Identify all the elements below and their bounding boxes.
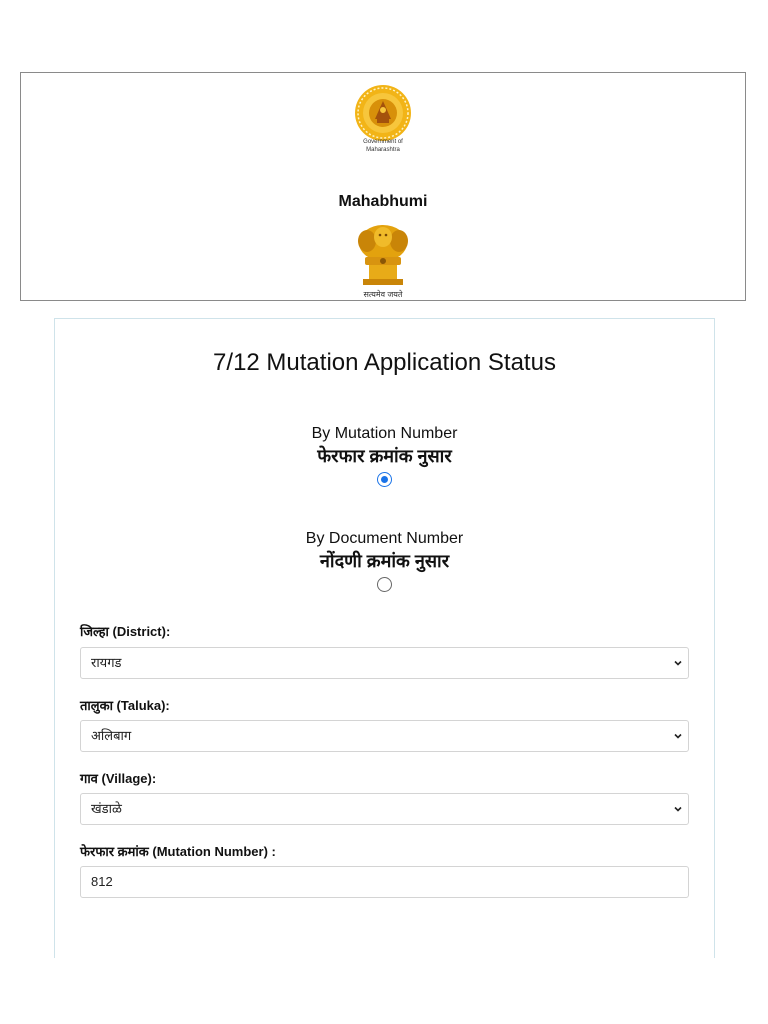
district-label: जिल्हा (District): xyxy=(80,624,171,639)
option-by-document-number: By Document Number नोंदणी क्रमांक नुसार xyxy=(55,529,714,597)
village-select[interactable]: खंडाळे xyxy=(80,793,689,825)
district-select[interactable]: रायगड xyxy=(80,647,689,679)
emblem-caption: Government of Maharashtra xyxy=(21,138,745,154)
mutation-number-input[interactable]: 812 xyxy=(80,866,689,898)
radio-by-document-number[interactable] xyxy=(377,577,392,592)
option-label-mr: नोंदणी क्रमांक नुसार xyxy=(319,551,450,571)
chevron-down-icon xyxy=(674,660,682,666)
option-by-mutation-number: By Mutation Number फेरफार क्रमांक नुसार xyxy=(55,424,714,492)
ashoka-lion-emblem-icon xyxy=(351,221,415,287)
emblem-caption-line1: Government of xyxy=(363,139,403,145)
taluka-selected-value: अलिबाग xyxy=(91,728,132,743)
village-label: गाव (Village): xyxy=(80,771,157,786)
chevron-down-icon xyxy=(674,806,682,812)
option-label-en: By Document Number xyxy=(305,530,464,547)
national-motto: सत्यमेव जयते xyxy=(363,290,403,299)
option-label-mr: फेरफार क्रमांक नुसार xyxy=(317,446,452,466)
site-name: Mahabhumi xyxy=(338,193,428,210)
radio-by-mutation-number[interactable] xyxy=(377,472,392,487)
site-header: Government of Maharashtra Mahabhumi सत्य… xyxy=(20,72,746,301)
district-selected-value: रायगड xyxy=(91,655,122,670)
taluka-select[interactable]: अलिबाग xyxy=(80,720,689,752)
mutation-status-form: 7/12 Mutation Application Status By Muta… xyxy=(54,318,715,958)
village-selected-value: खंडाळे xyxy=(91,801,122,816)
mutation-number-label: फेरफार क्रमांक (Mutation Number) : xyxy=(80,844,276,859)
emblem-caption-line2: Maharashtra xyxy=(366,147,400,153)
taluka-label: तालुका (Taluka): xyxy=(80,698,170,713)
mutation-number-value: 812 xyxy=(91,874,113,889)
page-title: 7/12 Mutation Application Status xyxy=(213,349,556,376)
maharashtra-emblem-icon xyxy=(353,83,413,143)
option-label-en: By Mutation Number xyxy=(311,425,458,442)
chevron-down-icon xyxy=(674,733,682,739)
